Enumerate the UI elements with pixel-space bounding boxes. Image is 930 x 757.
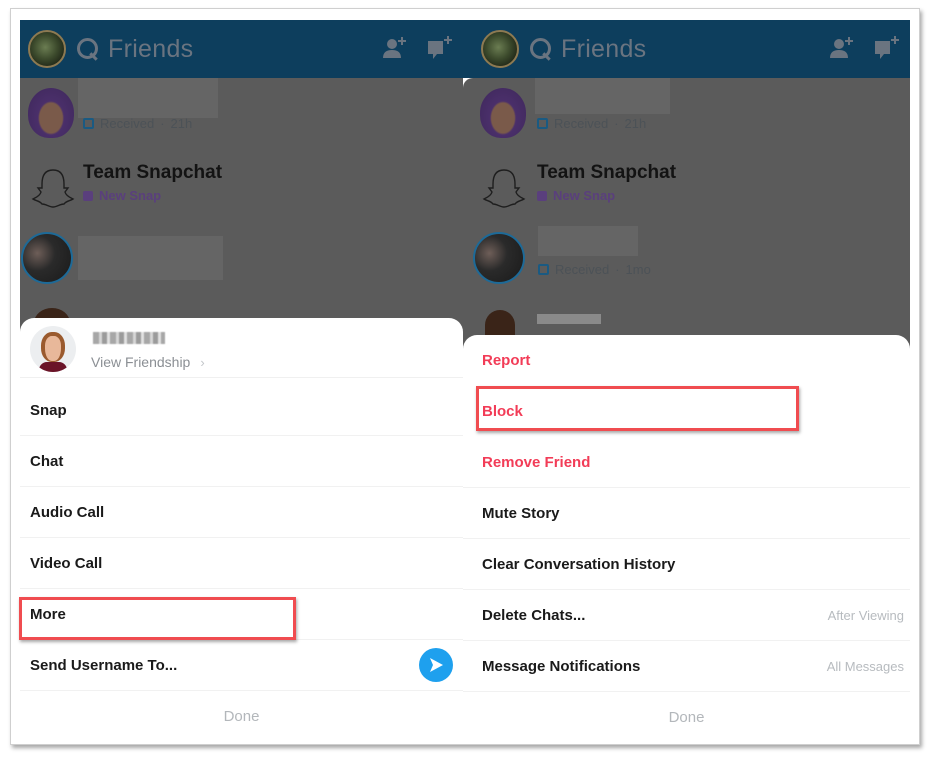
search-icon[interactable] (76, 37, 100, 61)
right-phone-panel: Friends Received · 21h Team Snapchat New… (463, 20, 910, 732)
search-icon[interactable] (529, 37, 553, 61)
friend-row[interactable]: Team Snapchat New Snap (463, 152, 910, 226)
friend-status: Received · 21h (537, 116, 646, 131)
menu-item-chat[interactable]: Chat (20, 436, 463, 487)
menu-item-remove-friend[interactable]: Remove Friend (463, 437, 910, 488)
message-notifications-value: All Messages (826, 659, 904, 674)
friend-row[interactable]: Received · 21h (20, 78, 463, 152)
more-options-sheet: Report Block Remove Friend Mute Story Cl… (463, 335, 910, 732)
bitmoji-avatar[interactable] (481, 30, 519, 68)
friend-name: Team Snapchat (83, 162, 223, 183)
add-friend-icon[interactable] (828, 34, 858, 62)
chat-outline-icon (537, 118, 548, 129)
friend-action-sheet: View Friendship › Snap Chat Audio Call Vi… (20, 318, 463, 732)
chat-outline-icon (538, 264, 549, 275)
menu-item-more[interactable]: More (20, 589, 463, 640)
chevron-right-icon: › (200, 355, 205, 370)
left-phone-panel: Friends Received · 21h Team Snapchat New… (20, 20, 463, 732)
add-friend-icon[interactable] (381, 34, 411, 62)
friend-row[interactable]: Team Snapchat New Snap (20, 152, 463, 226)
blurred-friend-name (93, 332, 165, 344)
header-title[interactable]: Friends (108, 35, 193, 64)
friend-bitmoji (30, 326, 76, 372)
new-chat-icon[interactable] (872, 34, 902, 62)
view-friendship-link[interactable]: View Friendship › (91, 354, 205, 370)
friend-name: Team Snapchat (537, 162, 677, 183)
menu-item-message-notifications[interactable]: Message Notifications All Messages (463, 641, 910, 692)
snapchat-ghost-icon (482, 169, 526, 208)
friend-status: New Snap (537, 188, 615, 203)
friends-header: Friends (20, 20, 463, 78)
menu-item-report[interactable]: Report (463, 335, 910, 386)
snap-square-icon (537, 190, 547, 201)
header-title[interactable]: Friends (561, 35, 646, 64)
blurred-name (538, 226, 638, 256)
done-button[interactable]: Done (463, 692, 910, 732)
friend-status: Received · 1mo (538, 262, 651, 277)
menu-item-snap[interactable]: Snap (20, 385, 463, 436)
send-arrow-icon[interactable] (419, 648, 453, 682)
friend-row[interactable]: Received · 1mo (463, 226, 910, 300)
menu-item-send-username[interactable]: Send Username To... (20, 640, 463, 691)
blurred-name (78, 78, 218, 118)
menu-item-delete-chats[interactable]: Delete Chats... After Viewing (463, 590, 910, 641)
bitmoji-avatar[interactable] (28, 30, 66, 68)
chat-outline-icon (83, 118, 94, 129)
menu-item-clear-conversation-history[interactable]: Clear Conversation History (463, 539, 910, 590)
delete-chats-value: After Viewing (827, 608, 904, 623)
snapchat-ghost-icon (31, 169, 75, 208)
done-button[interactable]: Done (20, 691, 463, 732)
blurred-name (78, 236, 223, 280)
new-chat-icon[interactable] (425, 34, 455, 62)
friend-status: Received · 21h (83, 116, 192, 131)
menu-item-mute-story[interactable]: Mute Story (463, 488, 910, 539)
friend-avatar (473, 232, 525, 284)
menu-item-video-call[interactable]: Video Call (20, 538, 463, 589)
friend-avatar (480, 88, 526, 138)
friend-row[interactable] (20, 226, 463, 300)
blurred-name (535, 78, 670, 114)
friend-avatar (28, 88, 74, 138)
menu-item-block[interactable]: Block (463, 386, 910, 437)
menu-item-audio-call[interactable]: Audio Call (20, 487, 463, 538)
friend-status: New Snap (83, 188, 161, 203)
friends-header: Friends (463, 20, 910, 78)
friend-profile-row[interactable]: View Friendship › (20, 318, 463, 378)
friend-avatar (21, 232, 73, 284)
blurred-name (537, 314, 601, 324)
snap-square-icon (83, 190, 93, 201)
friend-row[interactable]: Received · 21h (463, 78, 910, 152)
